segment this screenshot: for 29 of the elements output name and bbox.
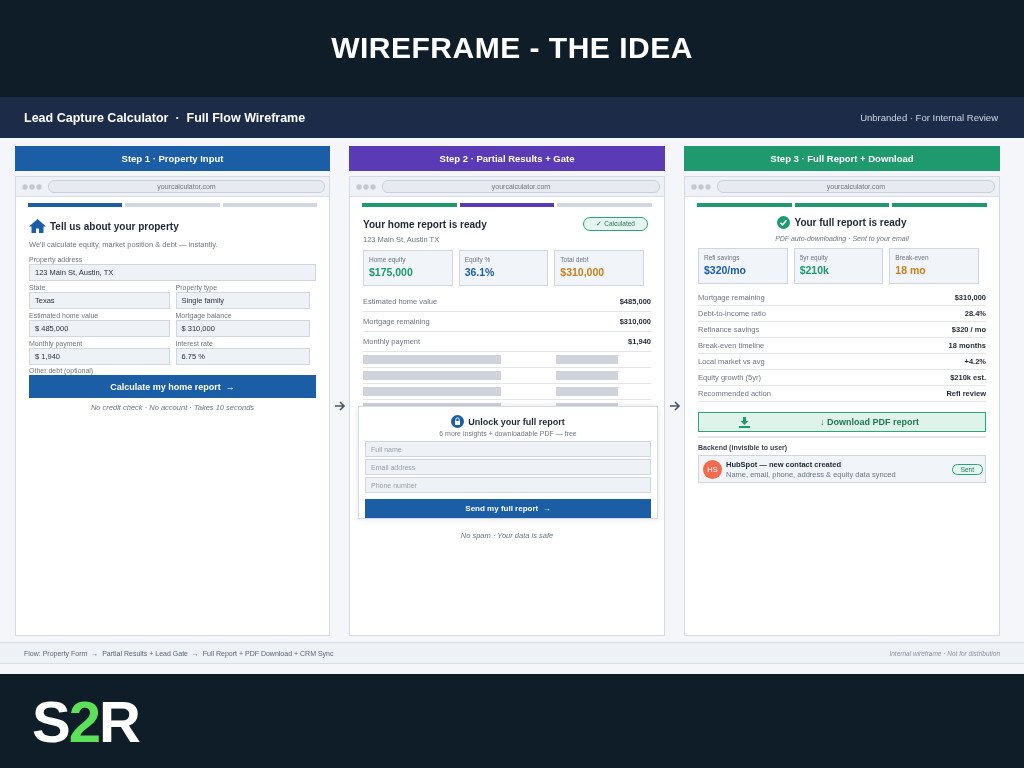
report-heading: Your full report is ready [794,217,907,228]
stat-value: $175,000 [369,266,414,278]
house-icon [29,219,46,233]
step-header: Step 3 · Full Report + Download [684,146,1000,171]
lock-icon [451,415,465,428]
form-heading: Tell us about your property [50,220,179,232]
download-button[interactable]: ↓ Download PDF report [698,412,986,432]
slide-title: WIREFRAME - THE IDEA [331,30,693,65]
header-title: Lead Capture Calculator · Full Flow Wireframe [24,110,306,125]
stat-value: $210k [799,264,830,276]
stat-value: $320/mo [704,264,748,276]
stat-value: 36.1% [464,266,496,278]
window-dots-icon [691,183,711,190]
calculate-button[interactable]: Calculate my home report → [29,375,316,398]
step-header: Step 1 · Property Input [15,146,330,171]
arrow-right-icon [333,401,346,411]
report-heading: Your home report is ready [363,218,487,230]
arrow-right-icon [668,401,681,411]
download-icon [739,416,750,428]
logo: S2R [32,687,139,755]
send-report-button[interactable]: Send my full report → [365,499,651,518]
stat-value: 18 mo [895,264,927,276]
stat-value: $310,000 [560,266,606,278]
window-dots-icon [22,183,42,190]
gate-title: Unlock your full report [468,416,565,427]
check-circle-icon [777,216,791,229]
header-note: Unbranded · For Internal Review [860,112,998,123]
window-dots-icon [356,183,376,190]
step-header: Step 2 · Partial Results + Gate [349,146,665,171]
